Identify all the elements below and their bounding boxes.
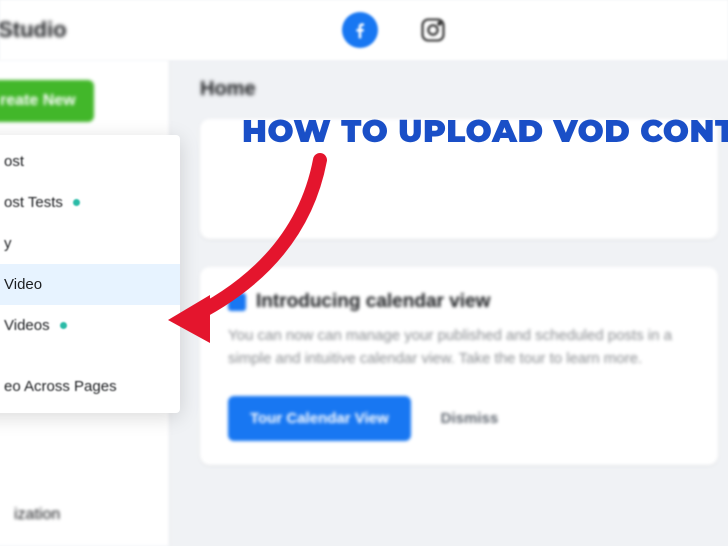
dropdown-item-label: Videos [4, 317, 50, 334]
page-title: Home [200, 78, 718, 101]
new-badge-icon [60, 322, 67, 329]
app-title: or Studio [0, 17, 67, 43]
dropdown-item-label: ost Tests [4, 194, 63, 211]
sidebar-item-label: ization [14, 506, 60, 524]
sidebar-item-monetization[interactable]: ization [0, 492, 169, 538]
facebook-icon[interactable] [342, 12, 378, 48]
tour-calendar-button[interactable]: Tour Calendar View [228, 396, 411, 441]
dismiss-button[interactable]: Dismiss [441, 410, 499, 427]
dropdown-item-video-across-pages[interactable]: eo Across Pages [0, 366, 180, 407]
instagram-icon[interactable] [418, 15, 448, 45]
create-new-button[interactable]: reate New [0, 80, 94, 122]
dropdown-item-label: eo Across Pages [4, 378, 117, 395]
new-badge-icon [73, 199, 80, 206]
platform-tabs [342, 12, 448, 48]
annotation-title: HOW TO UPLOAD VOD CONTE [242, 112, 728, 150]
arrow-annotation-icon [150, 145, 350, 345]
card-actions: Tour Calendar View Dismiss [228, 396, 690, 441]
top-bar: or Studio [0, 0, 728, 60]
dropdown-item-label: ost [4, 153, 24, 170]
dropdown-item-label: y [4, 235, 12, 252]
dropdown-separator [0, 346, 180, 366]
dropdown-item-label: Video [4, 276, 42, 293]
